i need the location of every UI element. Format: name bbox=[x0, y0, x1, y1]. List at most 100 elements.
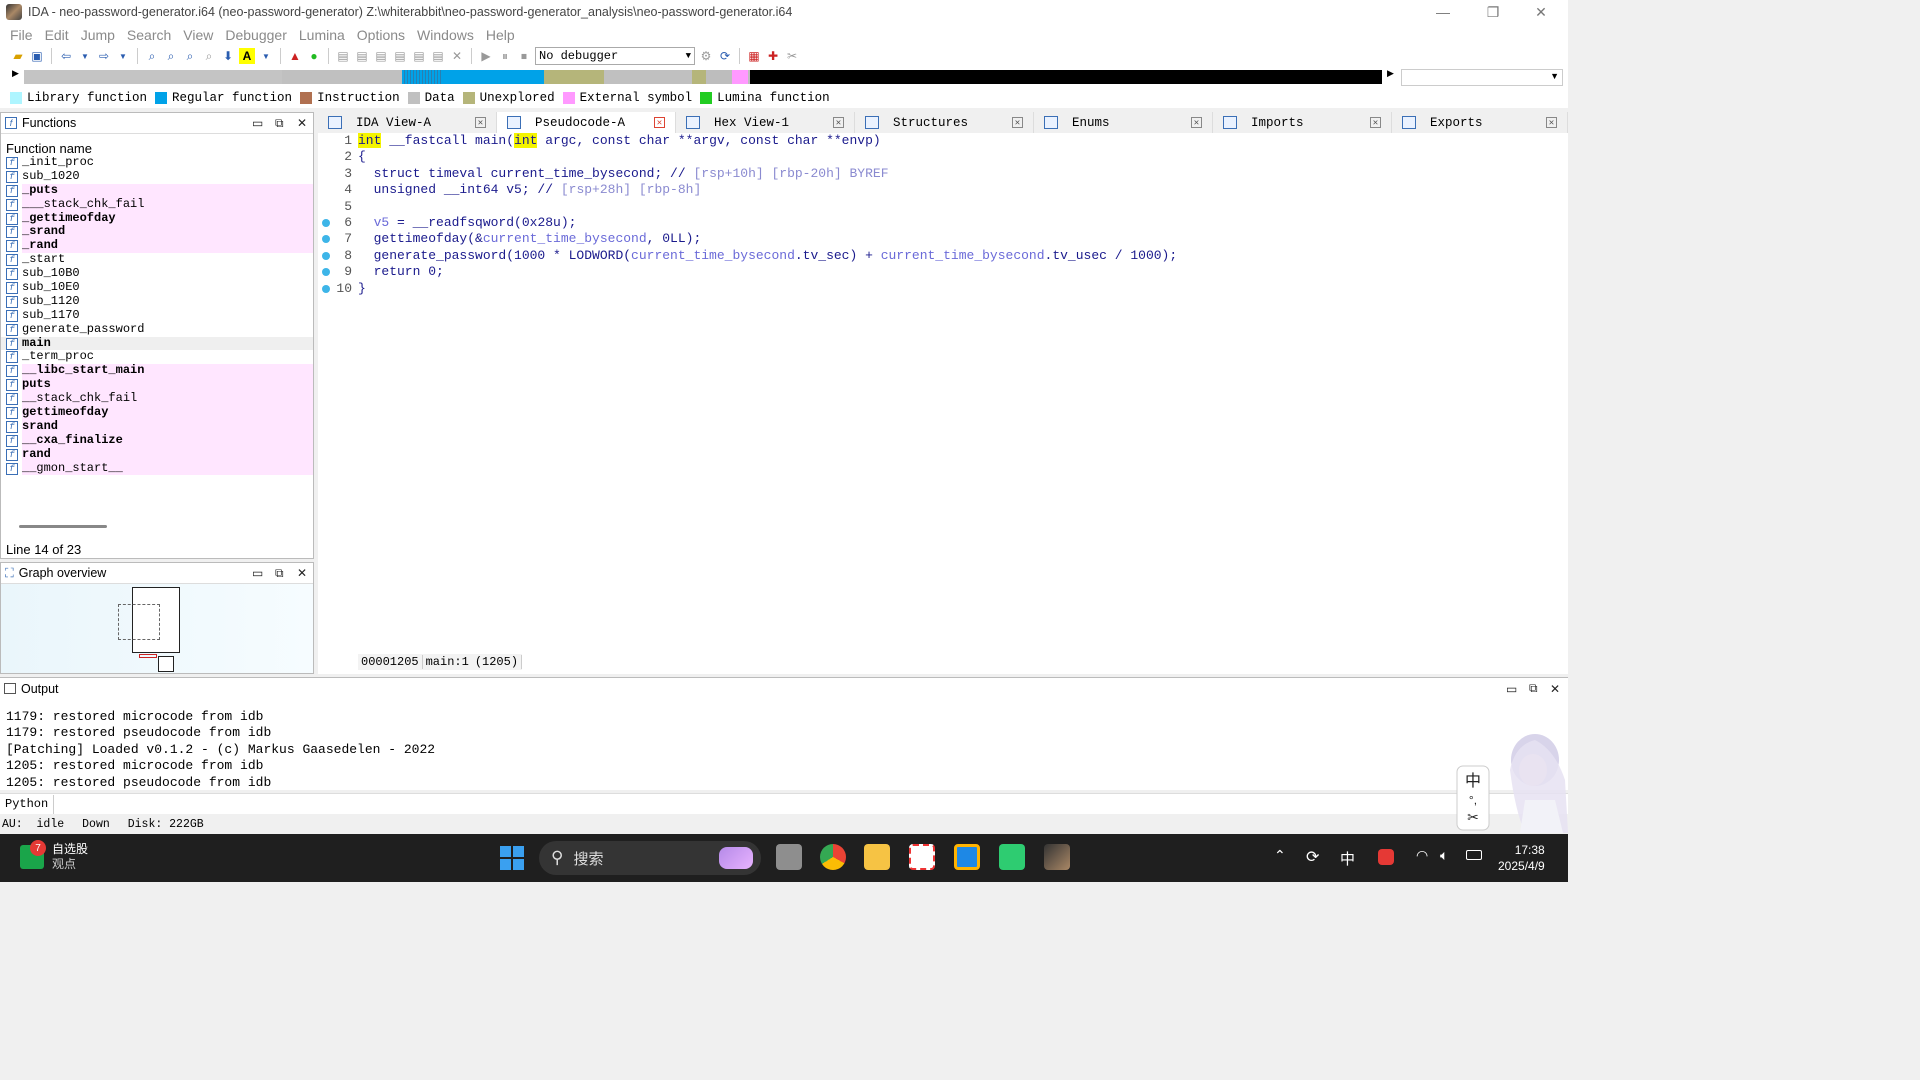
line-number[interactable]: 6 bbox=[318, 215, 356, 231]
maximize-icon[interactable]: ▭ bbox=[252, 116, 263, 130]
stock-widget[interactable]: 7 自选股 观点 bbox=[20, 840, 88, 872]
nav-segment-select[interactable]: ▼ bbox=[1401, 69, 1563, 86]
function-row[interactable]: f sub_10B0 bbox=[1, 266, 313, 281]
menu-file[interactable]: File bbox=[4, 27, 39, 43]
graph-viewport[interactable] bbox=[118, 604, 160, 640]
snipping-tool-icon[interactable] bbox=[909, 844, 935, 870]
minimize-button[interactable]: — bbox=[1420, 0, 1466, 24]
close-icon[interactable]: ✕ bbox=[297, 566, 307, 580]
function-row[interactable]: f _gettimeofday bbox=[1, 211, 313, 226]
ida-taskbar-icon[interactable] bbox=[1044, 844, 1070, 870]
function-row[interactable]: f __stack_chk_fail bbox=[1, 391, 313, 407]
text-color-icon[interactable]: A bbox=[239, 48, 255, 64]
tab-imports[interactable]: Imports ✕ bbox=[1213, 112, 1392, 133]
close-icon[interactable]: ✕ bbox=[1550, 682, 1560, 696]
function-row[interactable]: f gettimeofday bbox=[1, 405, 313, 420]
code-line[interactable] bbox=[358, 199, 1558, 215]
close-icon[interactable]: ✕ bbox=[833, 117, 844, 128]
nav-right-arrow-icon[interactable]: ▶ bbox=[1387, 68, 1394, 79]
function-row[interactable]: f __libc_start_main bbox=[1, 363, 313, 379]
green-circle-icon[interactable]: ● bbox=[306, 48, 322, 64]
close-icon[interactable]: ✕ bbox=[297, 116, 307, 130]
pseudocode-text[interactable]: int __fastcall main(int argc, const char… bbox=[358, 133, 1558, 297]
float-icon[interactable]: ⧉ bbox=[275, 566, 284, 581]
maximize-icon[interactable]: ▭ bbox=[252, 566, 263, 580]
text-search-icon[interactable]: ⌕ bbox=[163, 48, 179, 64]
back-arrow-icon[interactable]: ⇦ bbox=[58, 48, 74, 64]
binary-search-icon[interactable]: ⌕ bbox=[144, 48, 160, 64]
line-number[interactable]: 10 bbox=[318, 281, 356, 297]
menu-search[interactable]: Search bbox=[121, 27, 177, 43]
refresh-icon[interactable]: ⟳ bbox=[717, 48, 733, 64]
python-cli-input[interactable] bbox=[54, 795, 1568, 814]
undefine-icon[interactable]: ▤ bbox=[411, 48, 427, 64]
code-line[interactable]: int __fastcall main(int argc, const char… bbox=[358, 133, 1558, 149]
menu-jump[interactable]: Jump bbox=[75, 27, 121, 43]
pseudocode-view[interactable]: 1 2 3 4 5 6 7 8 9 10 int __fastcall main(int argc… bbox=[318, 133, 1568, 674]
battery-icon[interactable] bbox=[1466, 850, 1482, 860]
code-line[interactable]: gettimeofday(&current_time_bysecond, 0LL… bbox=[358, 231, 1558, 247]
output-log[interactable]: 1179: restored microcode from idb 1179: … bbox=[6, 709, 435, 791]
breakpoint-dot-icon[interactable] bbox=[322, 218, 330, 227]
tab-hex-view-1[interactable]: Hex View-1 ✕ bbox=[676, 112, 855, 133]
graph-icon[interactable]: ▲ bbox=[287, 48, 303, 64]
wifi-icon[interactable]: ◠ bbox=[1416, 847, 1428, 864]
function-row[interactable]: f rand bbox=[1, 447, 313, 462]
function-name-column-header[interactable]: Function name bbox=[1, 134, 313, 156]
function-row[interactable]: f _start bbox=[1, 252, 313, 267]
windows-start-icon[interactable] bbox=[500, 846, 524, 870]
code-line[interactable]: unsigned __int64 v5; // [rsp+28h] [rbp-8… bbox=[358, 182, 1558, 198]
debugger-select[interactable]: No debugger ▼ bbox=[535, 47, 695, 65]
line-number[interactable]: 1 bbox=[318, 133, 356, 149]
restore-button[interactable]: ❐ bbox=[1470, 0, 1516, 24]
horizontal-scrollbar[interactable] bbox=[19, 525, 107, 528]
name-icon[interactable]: ▤ bbox=[430, 48, 446, 64]
code-line[interactable]: generate_password(1000 * LODWORD(current… bbox=[358, 248, 1558, 264]
tab-structures[interactable]: Structures ✕ bbox=[855, 112, 1034, 133]
function-row[interactable]: f sub_10E0 bbox=[1, 280, 313, 295]
jump-down-icon[interactable]: ⬇ bbox=[220, 48, 236, 64]
back-dropdown-icon[interactable]: ▼ bbox=[77, 48, 93, 64]
menu-help[interactable]: Help bbox=[480, 27, 521, 43]
menu-options[interactable]: Options bbox=[351, 27, 411, 43]
code-line[interactable]: v5 = __readfsqword(0x28u); bbox=[358, 215, 1558, 231]
immediate-search-icon[interactable]: ⌕ bbox=[182, 48, 198, 64]
function-row[interactable]: f __gmon_start__ bbox=[1, 461, 313, 476]
close-icon[interactable]: ✕ bbox=[654, 117, 665, 128]
close-icon[interactable]: ✕ bbox=[1370, 117, 1381, 128]
function-row[interactable]: f generate_password bbox=[1, 322, 313, 337]
python-cli-button[interactable]: Python bbox=[0, 794, 55, 814]
menu-lumina[interactable]: Lumina bbox=[293, 27, 351, 43]
forward-arrow-icon[interactable]: ⇨ bbox=[96, 48, 112, 64]
float-icon[interactable]: ⧉ bbox=[1529, 681, 1538, 696]
debug-options-icon[interactable]: ⚙ bbox=[698, 48, 714, 64]
code-line[interactable]: { bbox=[358, 149, 1558, 165]
sync-icon[interactable]: ⟳ bbox=[1306, 847, 1319, 867]
play-icon[interactable]: ▶ bbox=[478, 48, 494, 64]
chrome-icon[interactable] bbox=[820, 844, 846, 870]
navigation-strip[interactable] bbox=[24, 70, 1382, 84]
function-row[interactable]: f _srand bbox=[1, 225, 313, 240]
plugin-icon[interactable]: ▦ bbox=[746, 48, 762, 64]
function-row[interactable]: f sub_1170 bbox=[1, 308, 313, 323]
menu-windows[interactable]: Windows bbox=[411, 27, 480, 43]
task-view-icon[interactable] bbox=[776, 844, 802, 870]
function-row[interactable]: f puts bbox=[1, 377, 313, 393]
menu-view[interactable]: View bbox=[177, 27, 219, 43]
delete-icon[interactable]: ✕ bbox=[449, 48, 465, 64]
code-line[interactable]: struct timeval current_time_bysecond; //… bbox=[358, 166, 1558, 182]
enum-icon[interactable]: ▤ bbox=[354, 48, 370, 64]
color-dropdown-icon[interactable]: ▼ bbox=[258, 48, 274, 64]
line-number[interactable]: 7 bbox=[318, 231, 356, 247]
menu-edit[interactable]: Edit bbox=[39, 27, 75, 43]
close-icon[interactable]: ✕ bbox=[475, 117, 486, 128]
line-number[interactable]: 5 bbox=[318, 199, 356, 215]
remote-desktop-icon[interactable] bbox=[954, 844, 980, 870]
line-number[interactable]: 9 bbox=[318, 264, 356, 280]
line-number[interactable]: 4 bbox=[318, 182, 356, 198]
forward-dropdown-icon[interactable]: ▼ bbox=[115, 48, 131, 64]
close-icon[interactable]: ✕ bbox=[1191, 117, 1202, 128]
taskbar-search[interactable]: ⚲ 搜索 bbox=[539, 841, 761, 875]
function-row[interactable]: f _term_proc bbox=[1, 350, 313, 364]
graph-overview-canvas[interactable] bbox=[1, 584, 313, 673]
